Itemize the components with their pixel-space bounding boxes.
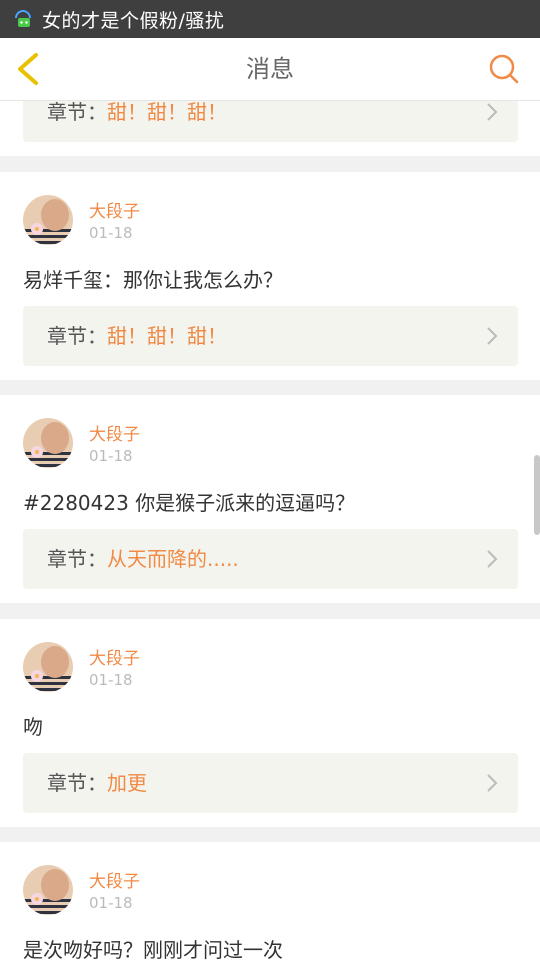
chapter-name: 从天而降的.....: [107, 547, 239, 571]
message-text: 吻: [23, 715, 43, 739]
avatar[interactable]: [23, 195, 73, 245]
message-card: 大段子 01-18 是次吻好吗？刚刚才问过一次: [0, 842, 540, 960]
chapter-name: 甜！甜！甜！: [107, 101, 227, 124]
chat-app-icon: [15, 10, 31, 27]
chevron-right-icon: [487, 327, 498, 345]
chapter-text: 章节：从天而降的.....: [47, 529, 239, 589]
page-title: 消息: [246, 55, 294, 83]
chapter-text: 章节：甜！甜！甜！: [47, 306, 227, 366]
chapter-name: 甜！甜！甜！: [107, 324, 227, 348]
chapter-link[interactable]: 章节：甜！甜！甜！: [23, 306, 518, 366]
chapter-label: 章节：: [47, 547, 107, 571]
username[interactable]: 大段子: [89, 867, 140, 892]
message-card: 大段子 01-18 吻 章节：加更: [0, 619, 540, 827]
avatar[interactable]: [23, 865, 73, 915]
message-list[interactable]: 章节：甜！甜！甜！ 大段子 01-18 易烊千玺：那你让我怎么办？ 章节：甜！甜…: [0, 101, 540, 960]
search-icon[interactable]: [488, 53, 520, 85]
chapter-link[interactable]: 章节：甜！甜！甜！: [23, 101, 518, 142]
top-nav-bar: 消息: [0, 38, 540, 101]
chapter-text: 章节：甜！甜！甜！: [47, 101, 227, 142]
message-card-partial: 章节：甜！甜！甜！: [0, 101, 540, 156]
avatar[interactable]: [23, 642, 73, 692]
message-date: 01-18: [89, 224, 133, 242]
chapter-label: 章节：: [47, 324, 107, 348]
message-text: #2280423 你是猴子派来的逗逼吗？: [23, 491, 356, 515]
username[interactable]: 大段子: [89, 644, 140, 669]
chevron-right-icon: [487, 774, 498, 792]
username[interactable]: 大段子: [89, 197, 140, 222]
message-text: 易烊千玺：那你让我怎么办？: [23, 268, 283, 292]
chapter-link[interactable]: 章节：加更: [23, 753, 518, 813]
status-bar-title: 女的才是个假粉/骚扰: [42, 9, 225, 32]
message-card: 大段子 01-18 #2280423 你是猴子派来的逗逼吗？ 章节：从天而降的.…: [0, 395, 540, 603]
chapter-text: 章节：加更: [47, 753, 147, 813]
chapter-label: 章节：: [47, 771, 107, 795]
message-card: 大段子 01-18 易烊千玺：那你让我怎么办？ 章节：甜！甜！甜！: [0, 172, 540, 380]
chevron-right-icon: [487, 103, 498, 121]
message-date: 01-18: [89, 447, 133, 465]
chevron-right-icon: [487, 550, 498, 568]
chapter-name: 加更: [107, 771, 147, 795]
message-text: 是次吻好吗？刚刚才问过一次: [23, 938, 283, 960]
status-bar: 女的才是个假粉/骚扰: [0, 0, 540, 38]
username[interactable]: 大段子: [89, 420, 140, 445]
avatar[interactable]: [23, 418, 73, 468]
scrollbar-thumb[interactable]: [534, 455, 540, 535]
message-date: 01-18: [89, 894, 133, 912]
chapter-label: 章节：: [47, 101, 107, 124]
message-date: 01-18: [89, 671, 133, 689]
chapter-link[interactable]: 章节：从天而降的.....: [23, 529, 518, 589]
